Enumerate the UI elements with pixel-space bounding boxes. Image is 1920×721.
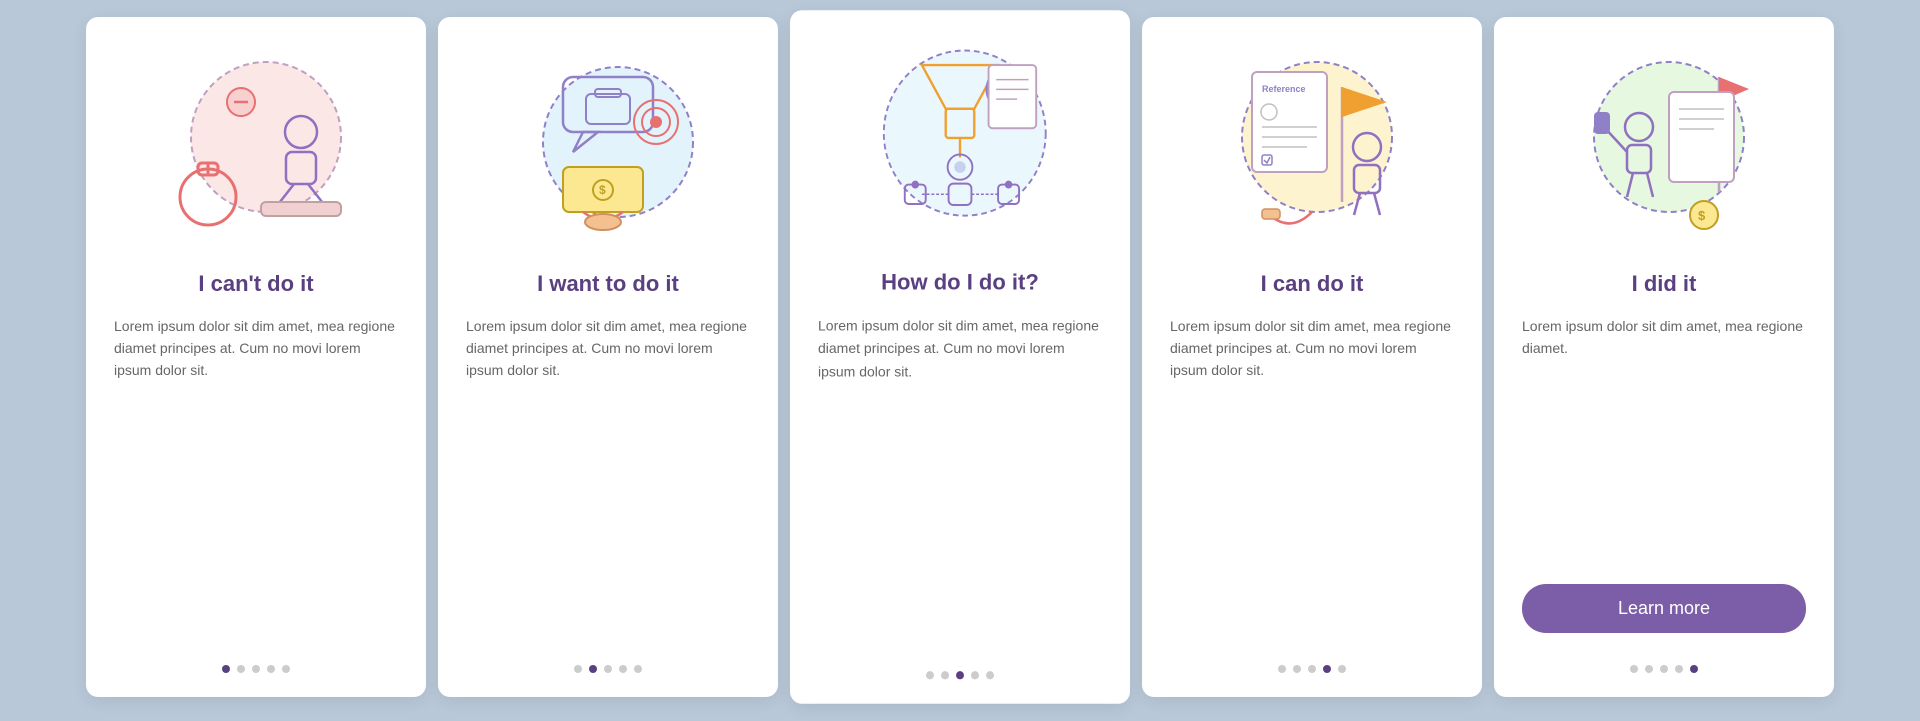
dot-4 [971, 671, 979, 679]
dot-4 [1323, 665, 1331, 673]
card-3-title: How do I do it? [881, 269, 1039, 296]
card-4-title: I can do it [1261, 271, 1364, 297]
cards-container: I can't do it Lorem ipsum dolor sit dim … [56, 0, 1864, 721]
card-1-title: I can't do it [198, 271, 313, 297]
learn-more-button[interactable]: Learn more [1522, 584, 1806, 633]
svg-text:$: $ [1698, 208, 1706, 223]
dot-3 [1308, 665, 1316, 673]
card-3-body: Lorem ipsum dolor sit dim amet, mea regi… [818, 314, 1102, 647]
dot-2 [1645, 665, 1653, 673]
dot-3 [1660, 665, 1668, 673]
dot-2 [1293, 665, 1301, 673]
dot-4 [267, 665, 275, 673]
dot-5 [986, 671, 994, 679]
dot-5 [634, 665, 642, 673]
dot-3 [956, 671, 964, 679]
card-5: $ I did it Lorem ipsum dolor sit dim ame… [1494, 17, 1834, 697]
card-1: I can't do it Lorem ipsum dolor sit dim … [86, 17, 426, 697]
dot-4 [619, 665, 627, 673]
dot-2 [589, 665, 597, 673]
dot-1 [926, 671, 934, 679]
dot-5 [1338, 665, 1346, 673]
card-2-body: Lorem ipsum dolor sit dim amet, mea regi… [466, 315, 750, 641]
dot-2 [941, 671, 949, 679]
card-4-body: Lorem ipsum dolor sit dim amet, mea regi… [1170, 315, 1454, 641]
svg-text:Reference: Reference [1262, 84, 1306, 94]
dot-1 [222, 665, 230, 673]
dot-3 [252, 665, 260, 673]
card-1-dots [222, 665, 290, 673]
card-1-body: Lorem ipsum dolor sit dim amet, mea regi… [114, 315, 398, 641]
card-2-illustration: $ [508, 47, 708, 247]
card-5-illustration: $ [1564, 47, 1764, 247]
card-2: $ I want to do it Lorem ipsum dolor sit … [438, 17, 778, 697]
card-4-dots [1278, 665, 1346, 673]
dot-1 [1278, 665, 1286, 673]
svg-text:$: $ [599, 183, 606, 197]
card-4-illustration: Reference [1212, 47, 1412, 247]
card-5-dots [1630, 665, 1698, 673]
dot-5 [1690, 665, 1698, 673]
dot-4 [1675, 665, 1683, 673]
dot-5 [282, 665, 290, 673]
dot-1 [574, 665, 582, 673]
card-2-title: I want to do it [537, 271, 679, 297]
dot-1 [1630, 665, 1638, 673]
card-2-dots [574, 665, 642, 673]
card-4: Reference I can do it [1142, 17, 1482, 697]
card-3: How do I do it? Lorem ipsum dolor sit di… [790, 10, 1130, 704]
card-3-dots [926, 671, 994, 679]
card-3-illustration [860, 40, 1060, 244]
card-5-body: Lorem ipsum dolor sit dim amet, mea regi… [1522, 315, 1806, 568]
card-5-title: I did it [1632, 271, 1697, 297]
card-1-illustration [156, 47, 356, 247]
dot-2 [237, 665, 245, 673]
dot-3 [604, 665, 612, 673]
